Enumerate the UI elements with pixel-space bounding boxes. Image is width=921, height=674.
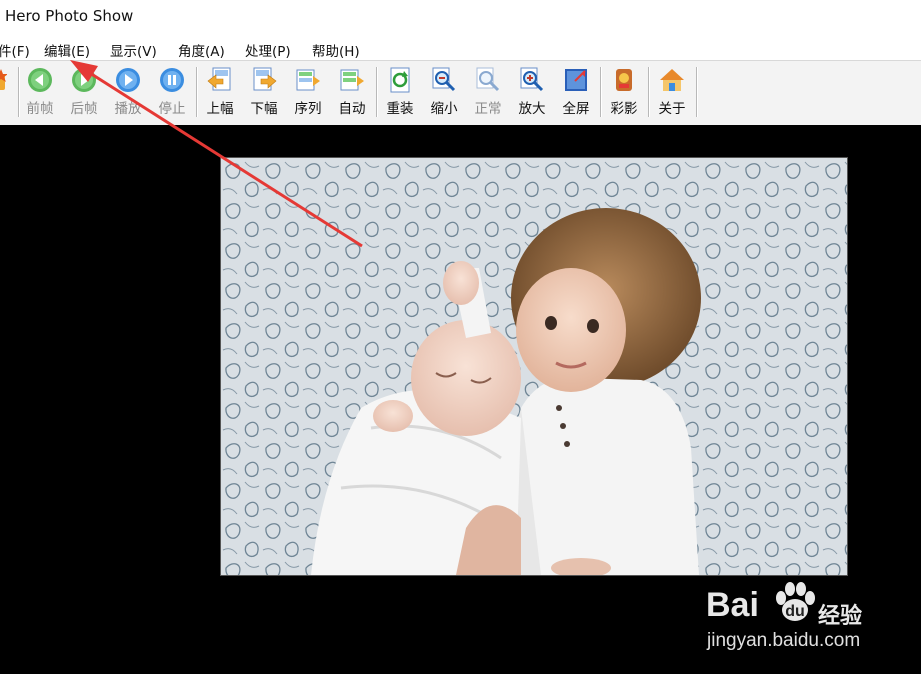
toolbar-button-color[interactable]: 彩影: [602, 65, 646, 121]
prev-image-icon: [207, 67, 231, 91]
toolbar-button-next-frame[interactable]: 后帧: [62, 65, 106, 121]
menu-angle[interactable]: 角度(A): [178, 40, 225, 60]
toolbar-button-zoom-out[interactable]: 缩小: [422, 65, 466, 121]
prev-frame-icon: [28, 68, 52, 92]
pause-icon: [160, 68, 184, 92]
toolbar-button-zoom-in[interactable]: 放大: [510, 65, 554, 121]
color-shadow-icon: [616, 69, 632, 91]
zoom-normal-icon: [476, 67, 500, 92]
toolbar-button-prev-frame[interactable]: 前帧: [18, 65, 62, 121]
toolbar-button-stop[interactable]: 停止: [150, 65, 194, 121]
baidu-jingyan-watermark: Bai du 经验 jingyan.baidu.com: [706, 578, 906, 658]
toolbar-button-prev-image[interactable]: 上幅: [198, 65, 242, 121]
reload-icon: [390, 67, 410, 93]
watermark-url: jingyan.baidu.com: [707, 630, 861, 651]
menu-edit[interactable]: 编辑(E): [44, 40, 90, 60]
zoom-out-icon: [432, 67, 456, 92]
watermark-brand: Bai: [706, 586, 759, 624]
home-icon: [660, 69, 684, 91]
menu-bar: 件(F) 编辑(E) 显示(V) 角度(A) 处理(P) 帮助(H): [0, 36, 921, 60]
toolbar-button-fullscreen[interactable]: 全屏: [554, 65, 598, 121]
toolbar: 览 前帧 后帧 播放 停止 上: [0, 60, 921, 126]
toolbar-button-sequence[interactable]: 序列: [286, 65, 330, 121]
toolbar-button-about[interactable]: 关于: [650, 65, 694, 121]
auto-play-icon: [340, 69, 364, 91]
menu-file[interactable]: 件(F): [0, 40, 30, 60]
zoom-in-icon: [520, 67, 544, 92]
toolbar-button-next-image[interactable]: 下幅: [242, 65, 286, 121]
folder-star-icon: [0, 69, 7, 90]
menu-help[interactable]: 帮助(H): [312, 40, 360, 60]
displayed-photo: [220, 157, 848, 576]
title-bar: Hero Photo Show: [0, 0, 921, 34]
toolbar-button-auto[interactable]: 自动: [330, 65, 374, 121]
fullscreen-icon: [565, 69, 587, 91]
window-title: Hero Photo Show: [5, 7, 134, 25]
toolbar-button-normal[interactable]: 正常: [466, 65, 510, 121]
watermark-brand-suffix: 经验: [818, 604, 863, 629]
toolbar-button-play[interactable]: 播放: [106, 65, 150, 121]
menu-process[interactable]: 处理(P): [245, 40, 291, 60]
sequence-icon: [296, 69, 320, 91]
next-image-icon: [253, 67, 277, 91]
baidu-paw-icon: du: [776, 582, 815, 621]
toolbar-separator: [696, 67, 698, 117]
play-icon: [116, 68, 140, 92]
svg-text:du: du: [785, 603, 805, 620]
menu-view[interactable]: 显示(V): [110, 40, 157, 60]
toolbar-button-reload[interactable]: 重装: [378, 65, 422, 121]
next-frame-icon: [72, 68, 96, 92]
